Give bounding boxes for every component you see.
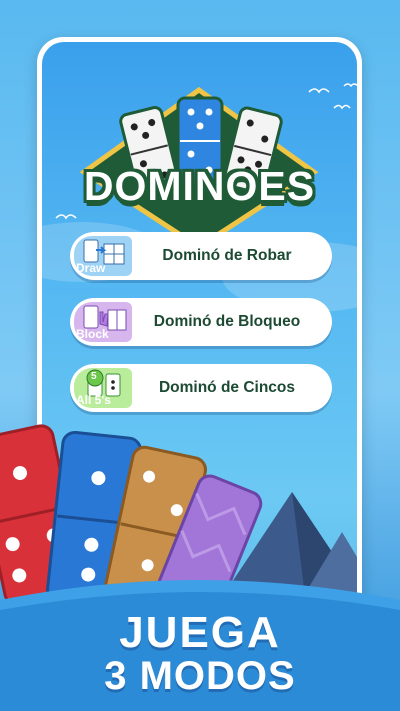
logo-title: DOMINOES: [83, 163, 316, 209]
mode-button-draw[interactable]: Draw Dominó de Robar: [70, 232, 332, 280]
block-mode-icon: Block: [74, 302, 132, 342]
promo-page: { "logo": { "title": "DOMINOES" }, "mode…: [0, 0, 400, 711]
fives-mode-icon: 5 All 5's: [74, 368, 132, 408]
block-tag: Block: [76, 327, 109, 341]
banner-line-2: 3 MODOS: [104, 654, 296, 698]
mode-label-block: Dominó de Bloqueo: [153, 313, 301, 330]
draw-tag: Draw: [76, 261, 106, 275]
mode-button-block[interactable]: Block Dominó de Bloqueo: [70, 298, 332, 346]
mode-button-fives[interactable]: 5 All 5's Dominó de Cincos: [70, 364, 332, 412]
phone-frame: DOMINOES Draw Dominó de Robar Block Domi…: [37, 37, 362, 657]
banner-line-1: JUEGA: [119, 608, 281, 657]
fives-tag: All 5's: [76, 393, 111, 407]
mode-label-draw: Dominó de Robar: [162, 247, 292, 264]
fives-badge-number: 5: [91, 371, 97, 382]
mode-label-fives: Dominó de Cincos: [158, 379, 296, 396]
draw-mode-icon: Draw: [74, 236, 132, 276]
game-screen: DOMINOES Draw Dominó de Robar Block Domi…: [42, 42, 357, 652]
